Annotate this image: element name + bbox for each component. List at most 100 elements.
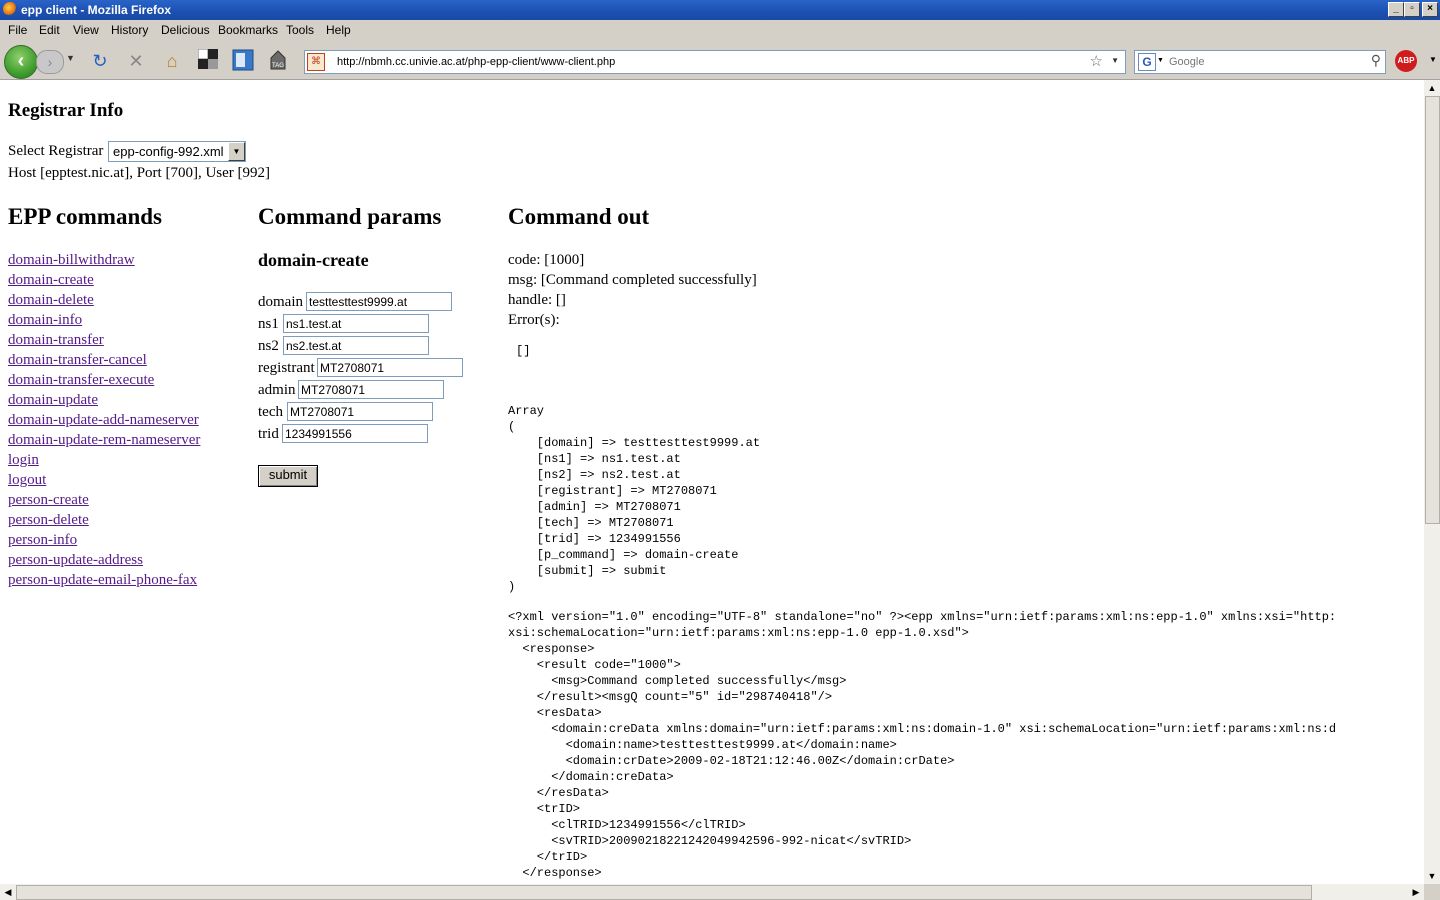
field-label: domain (258, 294, 303, 310)
menu-bar: File Edit View History Delicious Bookmar… (0, 20, 1440, 41)
registrar-select-value[interactable]: epp-config-992.xml (113, 142, 224, 161)
field-ns2: ns2 (258, 335, 429, 357)
result-msg: msg: [Command completed successfully] (508, 272, 757, 288)
menu-tools[interactable]: Tools (286, 20, 314, 41)
field-tech: tech (258, 401, 433, 423)
scroll-up-icon[interactable]: ▲ (1424, 80, 1440, 96)
url-text[interactable]: http://nbmh.cc.univie.ac.at/php-epp-clie… (337, 51, 615, 73)
vertical-scrollbar[interactable]: ▲ ▼ (1424, 80, 1440, 884)
stop-icon[interactable]: ✕ (124, 49, 148, 73)
command-out-heading: Command out (508, 204, 650, 229)
field-domain: domain (258, 291, 452, 313)
horizontal-scroll-thumb[interactable] (16, 885, 1312, 900)
array-output: Array ( [domain] => testtesttest9999.at … (508, 404, 761, 594)
admin-input[interactable] (298, 380, 444, 399)
command-link[interactable]: domain-create (8, 270, 200, 290)
home-icon[interactable]: ⌂ (160, 49, 184, 73)
scroll-down-icon[interactable]: ▼ (1424, 868, 1440, 884)
site-favicon: ⌘ (307, 53, 325, 71)
menu-file[interactable]: File (8, 20, 27, 41)
overflow-icon[interactable]: ▼ (1429, 55, 1437, 64)
window-title: epp client - Mozilla Firefox (21, 3, 172, 17)
command-link[interactable]: login (8, 450, 200, 470)
adblock-icon[interactable]: ABP (1395, 50, 1417, 72)
command-link[interactable]: domain-info (8, 310, 200, 330)
command-link[interactable]: domain-update-rem-nameserver (8, 430, 200, 450)
menu-delicious[interactable]: Delicious (161, 20, 210, 41)
command-link[interactable]: domain-update-add-nameserver (8, 410, 200, 430)
horizontal-scrollbar[interactable]: ◀ ▶ (0, 884, 1424, 900)
ns2-input[interactable] (283, 336, 429, 355)
field-label: ns2 (258, 338, 279, 354)
registrar-select[interactable]: epp-config-992.xml ▼ (108, 141, 246, 162)
field-label: admin (258, 382, 296, 398)
command-link[interactable]: domain-transfer-execute (8, 370, 200, 390)
command-link[interactable]: person-create (8, 490, 200, 510)
command-list: domain-billwithdraw domain-create domain… (8, 250, 200, 590)
field-label: tech (258, 404, 283, 420)
back-button[interactable]: ‹ (4, 45, 38, 79)
menu-bookmarks[interactable]: Bookmarks (218, 20, 278, 41)
command-link[interactable]: domain-update (8, 390, 200, 410)
firefox-icon (3, 2, 17, 16)
submit-button[interactable]: submit (258, 465, 318, 487)
url-bar[interactable]: ⌘ http://nbmh.cc.univie.ac.at/php-epp-cl… (304, 50, 1126, 74)
result-code: code: [1000] (508, 252, 585, 268)
field-ns1: ns1 (258, 313, 429, 335)
menu-edit[interactable]: Edit (39, 20, 60, 41)
command-link[interactable]: person-delete (8, 510, 200, 530)
command-link[interactable]: person-info (8, 530, 200, 550)
field-admin: admin (258, 379, 444, 401)
result-errors-label: Error(s): (508, 312, 560, 328)
ns1-input[interactable] (283, 314, 429, 333)
forward-button[interactable]: › (36, 50, 64, 74)
host-info: Host [epptest.nic.at], Port [700], User … (8, 165, 271, 181)
bookmark-icon[interactable] (231, 49, 255, 73)
command-link[interactable]: person-update-email-phone-fax (8, 570, 200, 590)
result-handle: handle: [] (508, 292, 566, 308)
command-link[interactable]: logout (8, 470, 200, 490)
registrant-input[interactable] (317, 358, 463, 377)
tech-input[interactable] (287, 402, 433, 421)
registrar-heading: Registrar Info (8, 100, 124, 121)
search-box[interactable]: G ▼ Google ⚲ (1134, 50, 1386, 74)
search-engine-dropdown-icon[interactable]: ▼ (1157, 57, 1164, 64)
star-icon[interactable]: ☆ (1090, 52, 1103, 70)
field-registrant: registrant (258, 357, 463, 379)
command-link[interactable]: domain-transfer (8, 330, 200, 350)
current-command-title: domain-create (258, 250, 369, 270)
command-link[interactable]: person-update-address (8, 550, 200, 570)
domain-input[interactable] (306, 292, 452, 311)
errors-output: [] (516, 344, 531, 358)
command-link[interactable]: domain-transfer-cancel (8, 350, 200, 370)
history-dropdown-icon[interactable]: ▼ (66, 53, 75, 63)
minimize-button[interactable]: _ (1388, 2, 1404, 17)
select-registrar-label: Select Registrar (8, 143, 104, 159)
trid-input[interactable] (282, 424, 428, 443)
tag-icon[interactable]: TAG (266, 49, 290, 73)
vertical-scroll-thumb[interactable] (1425, 96, 1440, 524)
url-dropdown-icon[interactable]: ▼ (1111, 56, 1119, 65)
epp-commands-heading: EPP commands (8, 204, 162, 229)
scroll-left-icon[interactable]: ◀ (0, 884, 16, 900)
reload-icon[interactable]: ↻ (88, 49, 112, 73)
menu-help[interactable]: Help (326, 20, 351, 41)
delicious-icon[interactable] (196, 48, 220, 73)
scroll-right-icon[interactable]: ▶ (1408, 884, 1424, 900)
menu-view[interactable]: View (73, 20, 99, 41)
search-placeholder[interactable]: Google (1169, 51, 1204, 73)
field-trid: trid (258, 423, 428, 445)
command-link[interactable]: domain-billwithdraw (8, 250, 200, 270)
close-button[interactable]: × (1422, 2, 1438, 17)
search-icon[interactable]: ⚲ (1371, 52, 1381, 69)
google-icon[interactable]: G (1138, 53, 1156, 71)
window-titlebar: epp client - Mozilla Firefox _ ▫ × (0, 0, 1440, 20)
xml-output: <?xml version="1.0" encoding="UTF-8" sta… (508, 610, 1337, 880)
command-link[interactable]: domain-delete (8, 290, 200, 310)
chevron-down-icon[interactable]: ▼ (228, 142, 245, 161)
maximize-button[interactable]: ▫ (1404, 2, 1420, 17)
svg-text:TAG: TAG (272, 63, 284, 69)
scrollbar-corner (1424, 884, 1440, 900)
field-label: ns1 (258, 316, 279, 332)
menu-history[interactable]: History (111, 20, 148, 41)
